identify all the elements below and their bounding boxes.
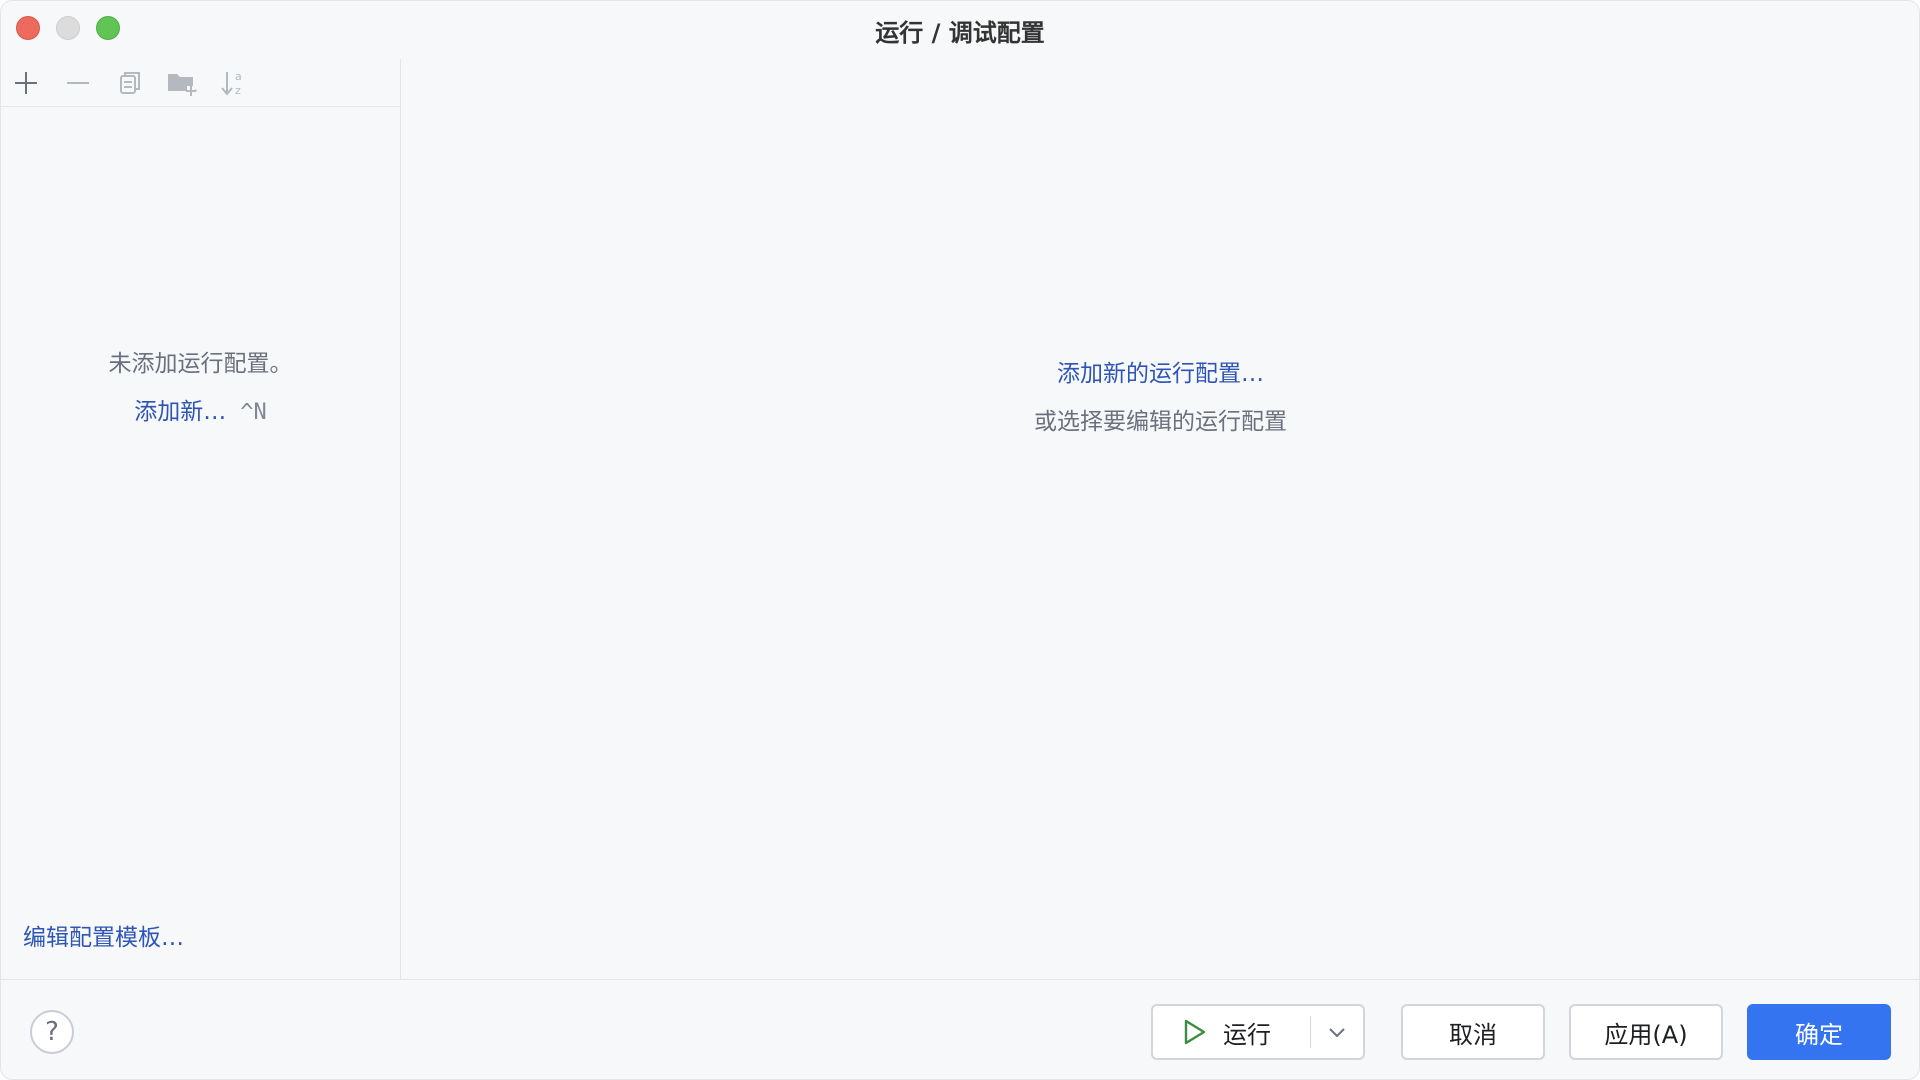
add-new-row: 添加新… ^N [1,397,400,428]
cancel-button[interactable]: 取消 [1401,1004,1545,1060]
add-new-link[interactable]: 添加新… [134,399,226,425]
select-configuration-hint: 或选择要编辑的运行配置 [1034,409,1287,435]
add-new-configuration-link[interactable]: 添加新的运行配置… [402,359,1919,389]
remove-icon[interactable] [60,67,96,99]
title-bar: 运行 / 调试配置 [1,1,1919,57]
new-folder-icon[interactable] [164,67,200,99]
empty-configurations-state: 未添加运行配置。 添加新… ^N [1,349,400,428]
run-button-label: 运行 [1223,1020,1271,1049]
configurations-toolbar: a z [1,59,400,107]
add-new-shortcut: ^N [240,400,267,425]
empty-details-state: 添加新的运行配置… 或选择要编辑的运行配置 [402,359,1919,437]
copy-icon[interactable] [112,67,148,99]
help-button[interactable]: ? [30,1010,74,1054]
run-debug-config-dialog: 运行 / 调试配置 a z 未添加运行配置。 添加新… ^N 编辑配置模板… 添… [0,0,1920,1080]
run-split-button[interactable]: 运行 [1151,1004,1365,1060]
svg-text:z: z [235,84,241,97]
window-title: 运行 / 调试配置 [875,19,1045,47]
chevron-down-icon[interactable] [1323,1020,1351,1044]
sort-alpha-icon[interactable]: a z [216,67,252,99]
dialog-button-bar: ? 运行 取消 应用(A) 确定 [1,979,1919,1079]
no-configurations-message: 未添加运行配置。 [108,351,293,377]
edit-templates-link[interactable]: 编辑配置模板… [23,923,184,953]
svg-text:a: a [235,70,242,83]
run-icon [1183,1019,1207,1045]
add-icon[interactable] [8,67,44,99]
run-button-separator [1310,1016,1311,1048]
ok-button[interactable]: 确定 [1747,1004,1891,1060]
configurations-panel: a z 未添加运行配置。 添加新… ^N 编辑配置模板… [1,59,401,979]
apply-button[interactable]: 应用(A) [1569,1004,1723,1060]
configuration-details-panel: 添加新的运行配置… 或选择要编辑的运行配置 [402,59,1919,979]
